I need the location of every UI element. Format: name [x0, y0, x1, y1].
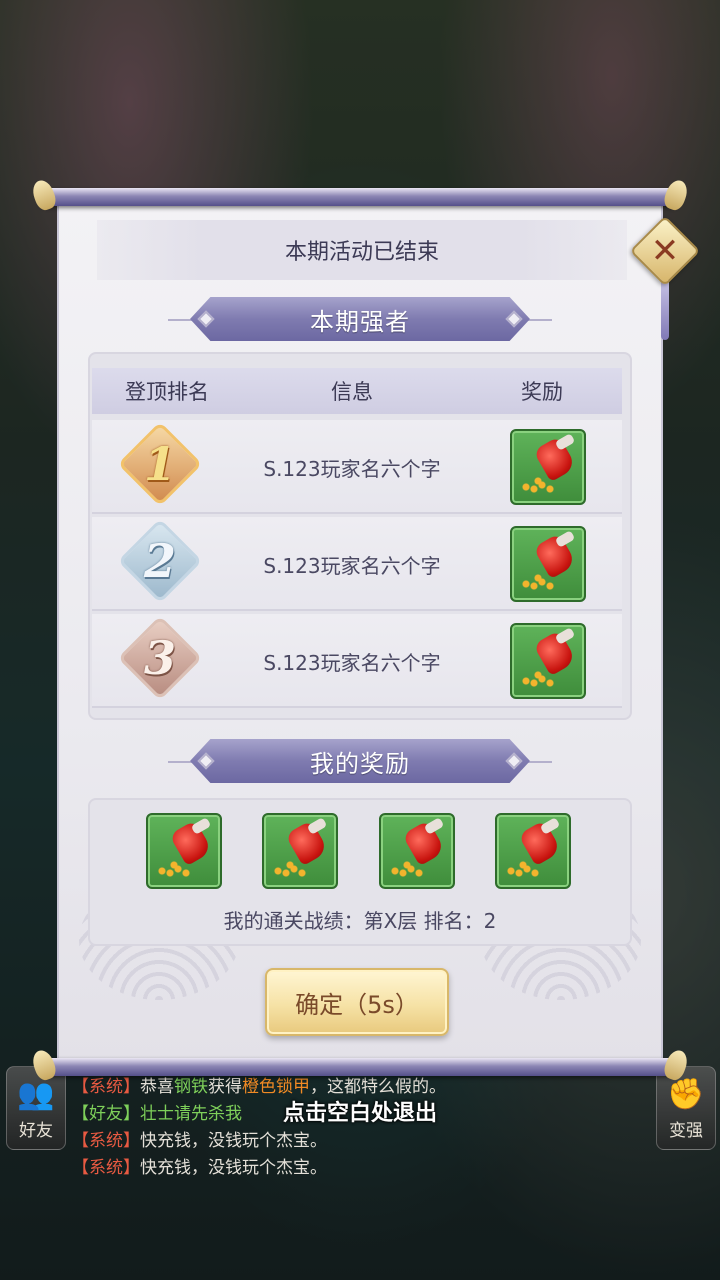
become-stronger-button[interactable]: ✊ 变强 [656, 1066, 716, 1150]
ranking-row: 2 S.123玩家名六个字 [92, 517, 622, 611]
red-pouch-with-gold-coins-icon[interactable] [379, 813, 455, 889]
rank-number: 3 [143, 631, 176, 685]
my-rewards-banner: 我的奖励 [190, 739, 530, 783]
tassel-decoration [661, 278, 669, 340]
red-pouch-with-gold-coins-icon[interactable] [510, 623, 586, 699]
scroll-rod-bottom [40, 1058, 680, 1076]
rank-number: 1 [143, 437, 176, 491]
friends-icon: 👥 [17, 1077, 55, 1112]
player-name: S.123玩家名六个字 [263, 553, 441, 578]
red-pouch-with-gold-coins-icon[interactable] [510, 526, 586, 602]
chat-feed[interactable]: 【系统】恭喜钢铁获得橙色锁甲，这都特么假的。 【好友】壮士请先杀我 【系统】快充… [72, 1074, 652, 1182]
my-clear-stats: 我的通关战绩：第X层 排名：2 [223, 908, 497, 933]
rank-number: 2 [143, 534, 176, 588]
chat-line: 【系统】快充钱，没钱玩个杰宝。 [72, 1158, 327, 1178]
close-icon[interactable]: ✕ [640, 226, 690, 276]
top-players-banner: 本期强者 [190, 297, 530, 341]
fist-icon: ✊ [667, 1077, 705, 1112]
ranking-header: 登顶排名 信息 奖励 [92, 368, 622, 414]
red-pouch-with-gold-coins-icon[interactable] [495, 813, 571, 889]
chat-line: 【系统】快充钱，没钱玩个杰宝。 [72, 1131, 327, 1151]
friends-label: 好友 [19, 1121, 53, 1141]
player-name: S.123玩家名六个字 [263, 456, 441, 481]
red-pouch-with-gold-coins-icon[interactable] [146, 813, 222, 889]
red-pouch-with-gold-coins-icon[interactable] [262, 813, 338, 889]
column-info: 信息 [331, 380, 373, 404]
column-reward: 奖励 [521, 380, 563, 404]
friends-button[interactable]: 👥 好友 [6, 1066, 66, 1150]
stronger-label: 变强 [669, 1121, 703, 1141]
ranking-row: 3 S.123玩家名六个字 [92, 614, 622, 708]
exit-hint: 点击空白处退出 [282, 1101, 437, 1126]
player-name: S.123玩家名六个字 [263, 650, 441, 675]
confirm-button[interactable]: 确定（5s） [265, 968, 449, 1036]
scroll-rod-top [40, 188, 680, 206]
ranking-row: 1 S.123玩家名六个字 [92, 420, 622, 514]
column-rank: 登顶排名 [125, 380, 209, 404]
dialog-title: 本期活动已结束 [97, 220, 627, 280]
red-pouch-with-gold-coins-icon[interactable] [510, 429, 586, 505]
